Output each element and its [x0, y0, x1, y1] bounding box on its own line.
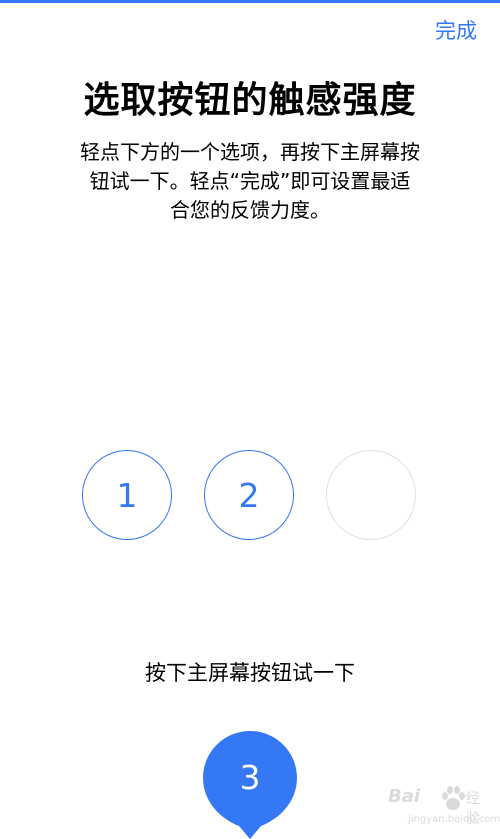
option-button-1[interactable]: 1 — [82, 450, 172, 540]
watermark: Bai 经验 jingyan.baidu.com — [388, 784, 500, 832]
option-label: 2 — [238, 475, 260, 515]
description-line: 合您的反馈力度。 — [170, 198, 330, 222]
done-button[interactable]: 完成 — [435, 16, 477, 46]
description-line: 轻点下方的一个选项，再按下主屏幕按 — [80, 140, 420, 164]
watermark-brand: Bai — [388, 786, 421, 807]
option-button-3-placeholder[interactable] — [326, 450, 416, 540]
option-label: 1 — [116, 475, 138, 515]
paw-icon — [442, 786, 465, 810]
description-text: 轻点下方的一个选项，再按下主屏幕按 钮试一下。轻点“完成”即可设置最适 合您的反… — [45, 138, 455, 225]
page-title: 选取按钮的触感强度 — [83, 80, 417, 121]
top-accent-bar — [0, 0, 500, 3]
watermark-domain: jingyan.baidu.com — [408, 814, 500, 825]
pin-label: 3 — [239, 758, 261, 797]
instruction-text: 按下主屏幕按钮试一下 — [145, 661, 355, 685]
option-button-2[interactable]: 2 — [204, 450, 294, 540]
description-line: 钮试一下。轻点“完成”即可设置最适 — [89, 169, 411, 193]
selected-option-pin[interactable]: 3 — [203, 731, 297, 839]
